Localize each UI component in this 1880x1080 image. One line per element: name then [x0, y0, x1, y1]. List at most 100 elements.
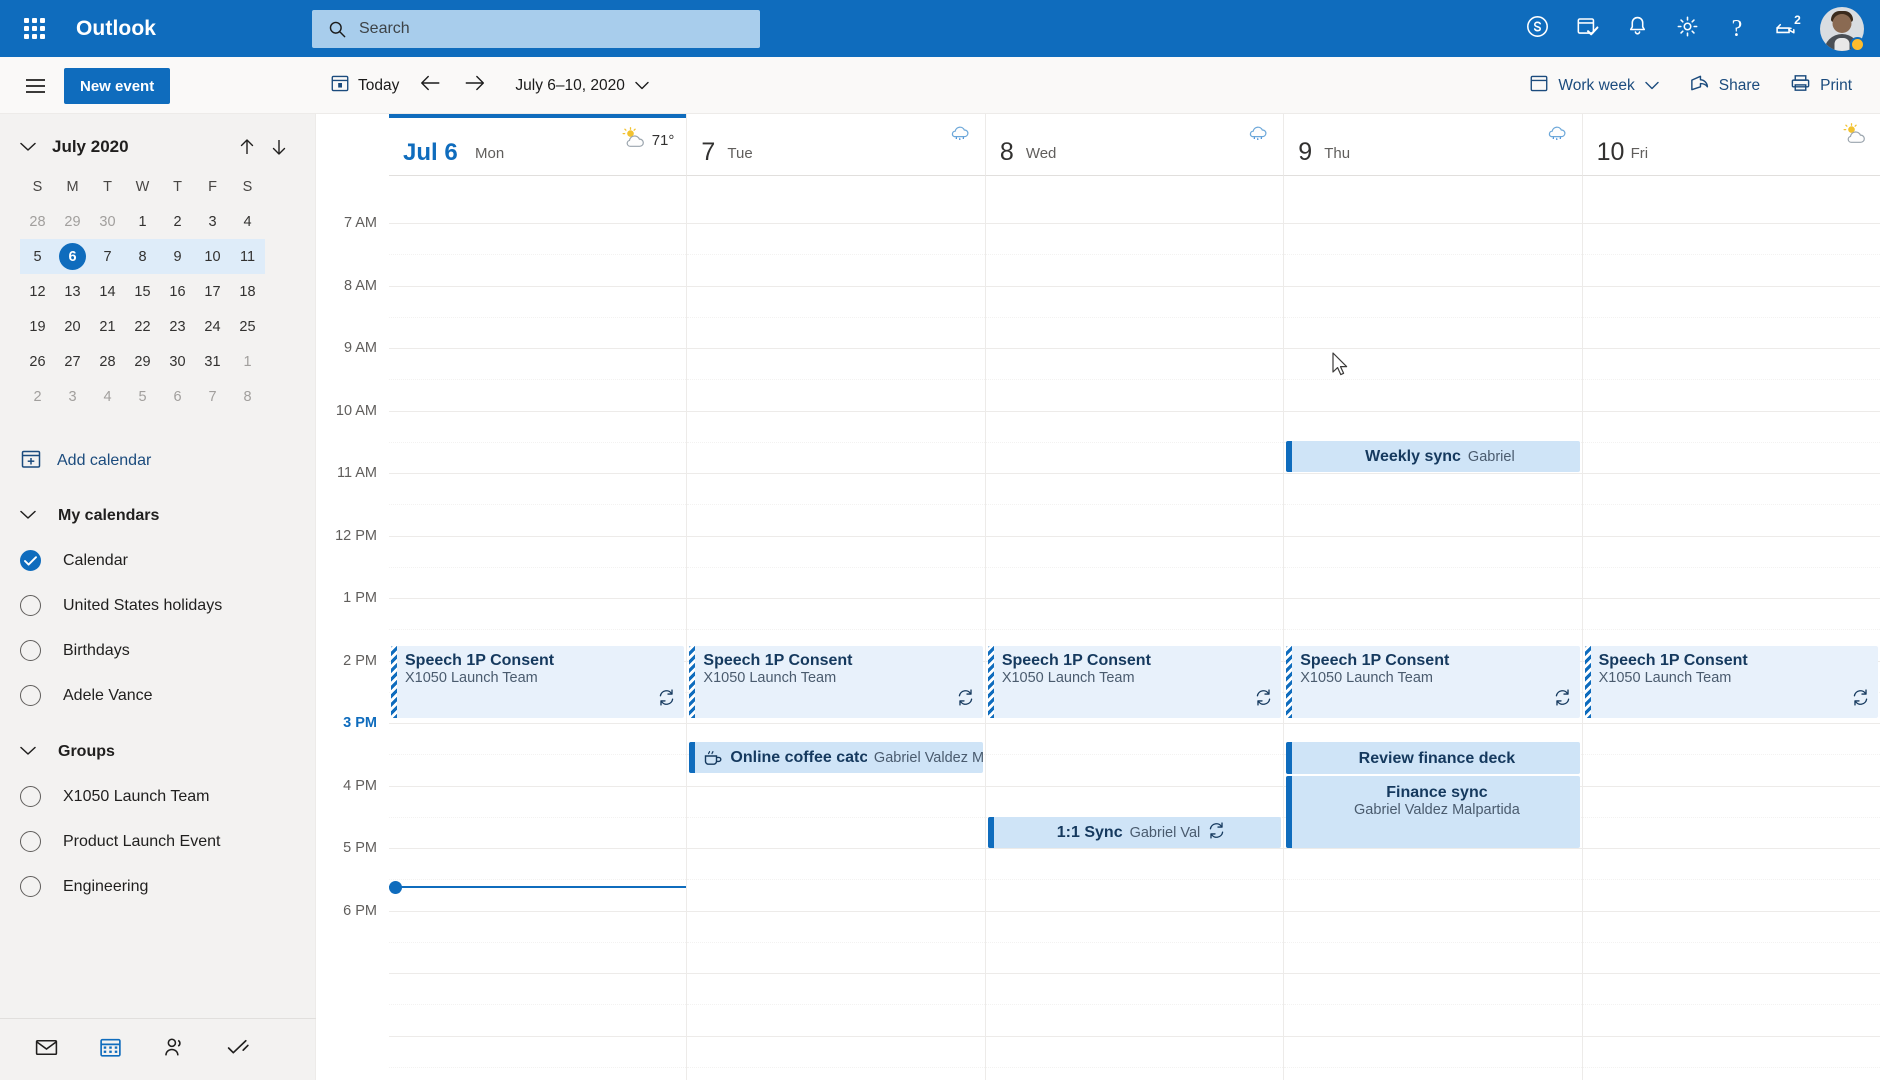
calendar-event[interactable]: Speech 1P ConsentX1050 Launch Team	[391, 646, 684, 718]
search-input[interactable]	[359, 20, 719, 38]
day-column[interactable]: Speech 1P ConsentX1050 Launch Team	[1582, 176, 1880, 1080]
mini-cal-day[interactable]: 4	[230, 204, 265, 239]
my-calendar-item[interactable]: Calendar	[0, 538, 315, 583]
calendar-event[interactable]: Review finance deck	[1286, 742, 1579, 774]
app-brand-outlook[interactable]: Outlook	[76, 17, 156, 41]
my-calendar-item[interactable]: Birthdays	[0, 628, 315, 673]
mini-cal-day[interactable]: 19	[20, 309, 55, 344]
mini-cal-day[interactable]: 14	[90, 274, 125, 309]
day-header[interactable]: 7Tue	[686, 114, 984, 176]
day-column[interactable]: Speech 1P ConsentX1050 Launch Team Online…	[686, 176, 984, 1080]
calendar-event[interactable]: Speech 1P ConsentX1050 Launch Team	[689, 646, 982, 718]
checkbox-checked-icon[interactable]	[20, 550, 41, 571]
mini-cal-day[interactable]: 31	[195, 344, 230, 379]
mini-cal-day[interactable]: 30	[90, 204, 125, 239]
day-column[interactable]: Speech 1P ConsentX1050 Launch Team 1:1 Sy…	[985, 176, 1283, 1080]
mini-cal-day[interactable]: 27	[55, 344, 90, 379]
mini-cal-day[interactable]: 20	[55, 309, 90, 344]
nav-calendar-button[interactable]	[78, 1026, 142, 1074]
day-column[interactable]: Speech 1P ConsentX1050 Launch TeamWeekly…	[1283, 176, 1581, 1080]
mini-cal-day[interactable]: 25	[230, 309, 265, 344]
settings-button[interactable]	[1664, 6, 1710, 52]
day-header[interactable]: 9Thu	[1283, 114, 1581, 176]
nav-todo-button[interactable]	[206, 1026, 270, 1074]
previous-week-button[interactable]	[411, 66, 451, 106]
print-button[interactable]: Print	[1780, 68, 1862, 104]
day-header[interactable]: Jul 6Mon71°	[389, 114, 686, 176]
calendar-event[interactable]: Speech 1P ConsentX1050 Launch Team	[1585, 646, 1878, 718]
calendar-event[interactable]: Finance syncGabriel Valdez Malpartida	[1286, 776, 1579, 848]
my-calendars-section-header[interactable]: My calendars	[0, 494, 315, 538]
checkbox-icon[interactable]	[20, 876, 41, 897]
next-week-button[interactable]	[455, 66, 495, 106]
mini-cal-day[interactable]: 21	[90, 309, 125, 344]
mini-cal-day[interactable]: 4	[90, 379, 125, 414]
checkbox-icon[interactable]	[20, 685, 41, 706]
calendar-event[interactable]: Online coffee catch-upGabriel Valdez Mal…	[689, 742, 982, 773]
mini-cal-day[interactable]: 2	[160, 204, 195, 239]
mini-cal-day[interactable]: 13	[55, 274, 90, 309]
mini-cal-day[interactable]: 10	[195, 239, 230, 274]
my-day-button[interactable]	[1564, 6, 1610, 52]
day-header[interactable]: 10Fri	[1582, 114, 1880, 176]
mini-cal-day[interactable]: 15	[125, 274, 160, 309]
meet-now-button[interactable]: 2	[1764, 6, 1810, 52]
add-calendar-button[interactable]: Add calendar	[0, 440, 315, 482]
share-button[interactable]: Share	[1679, 68, 1770, 104]
search-box[interactable]	[312, 10, 760, 48]
mini-cal-day[interactable]: 7	[90, 239, 125, 274]
new-event-button[interactable]: New event	[64, 68, 170, 104]
mini-calendar-title[interactable]: July 2020	[52, 137, 231, 157]
today-button[interactable]: Today	[320, 68, 409, 104]
mini-cal-day[interactable]: 8	[125, 239, 160, 274]
mini-cal-day[interactable]: 6	[55, 239, 90, 274]
arrow-down-icon[interactable]	[263, 131, 295, 163]
mini-cal-day[interactable]: 28	[90, 344, 125, 379]
mini-cal-day[interactable]: 28	[20, 204, 55, 239]
mini-cal-day[interactable]: 9	[160, 239, 195, 274]
group-calendar-item[interactable]: Product Launch Event	[0, 819, 315, 864]
app-launcher-button[interactable]	[10, 5, 58, 53]
day-column[interactable]: Speech 1P ConsentX1050 Launch Team	[389, 176, 686, 1080]
nav-mail-button[interactable]	[14, 1026, 78, 1074]
mini-cal-day[interactable]: 11	[230, 239, 265, 274]
mini-cal-day[interactable]: 2	[20, 379, 55, 414]
mini-cal-day[interactable]: 17	[195, 274, 230, 309]
checkbox-icon[interactable]	[20, 595, 41, 616]
date-range-picker[interactable]: July 6–10, 2020	[505, 68, 658, 104]
mini-cal-day[interactable]: 5	[125, 379, 160, 414]
hamburger-icon[interactable]	[20, 71, 50, 101]
mini-cal-day[interactable]: 1	[230, 344, 265, 379]
notifications-button[interactable]	[1614, 6, 1660, 52]
skype-button[interactable]	[1514, 6, 1560, 52]
mini-cal-day[interactable]: 1	[125, 204, 160, 239]
mini-cal-day[interactable]: 5	[20, 239, 55, 274]
checkbox-icon[interactable]	[20, 640, 41, 661]
calendar-event[interactable]: Speech 1P ConsentX1050 Launch Team	[1286, 646, 1579, 718]
avatar[interactable]	[1820, 7, 1864, 51]
help-button[interactable]: ?	[1714, 6, 1760, 52]
calendar-event[interactable]: 1:1 SyncGabriel Val	[988, 817, 1281, 848]
group-calendar-item[interactable]: Engineering	[0, 864, 315, 909]
day-header[interactable]: 8Wed	[985, 114, 1283, 176]
groups-section-header[interactable]: Groups	[0, 730, 315, 774]
mini-cal-day[interactable]: 18	[230, 274, 265, 309]
my-calendar-item[interactable]: United States holidays	[0, 583, 315, 628]
mini-cal-day[interactable]: 16	[160, 274, 195, 309]
checkbox-icon[interactable]	[20, 831, 41, 852]
calendar-event[interactable]: Speech 1P ConsentX1050 Launch Team	[988, 646, 1281, 718]
mini-cal-day[interactable]: 22	[125, 309, 160, 344]
mini-cal-day[interactable]: 23	[160, 309, 195, 344]
checkbox-icon[interactable]	[20, 786, 41, 807]
mini-cal-day[interactable]: 7	[195, 379, 230, 414]
my-calendar-item[interactable]: Adele Vance	[0, 673, 315, 718]
nav-people-button[interactable]	[142, 1026, 206, 1074]
view-switcher-button[interactable]: Work week	[1519, 68, 1668, 104]
mini-cal-day[interactable]: 29	[125, 344, 160, 379]
arrow-up-icon[interactable]	[231, 131, 263, 163]
group-calendar-item[interactable]: X1050 Launch Team	[0, 774, 315, 819]
mini-cal-day[interactable]: 30	[160, 344, 195, 379]
mini-cal-day[interactable]: 26	[20, 344, 55, 379]
mini-cal-day[interactable]: 24	[195, 309, 230, 344]
chevron-down-icon[interactable]	[20, 142, 46, 152]
